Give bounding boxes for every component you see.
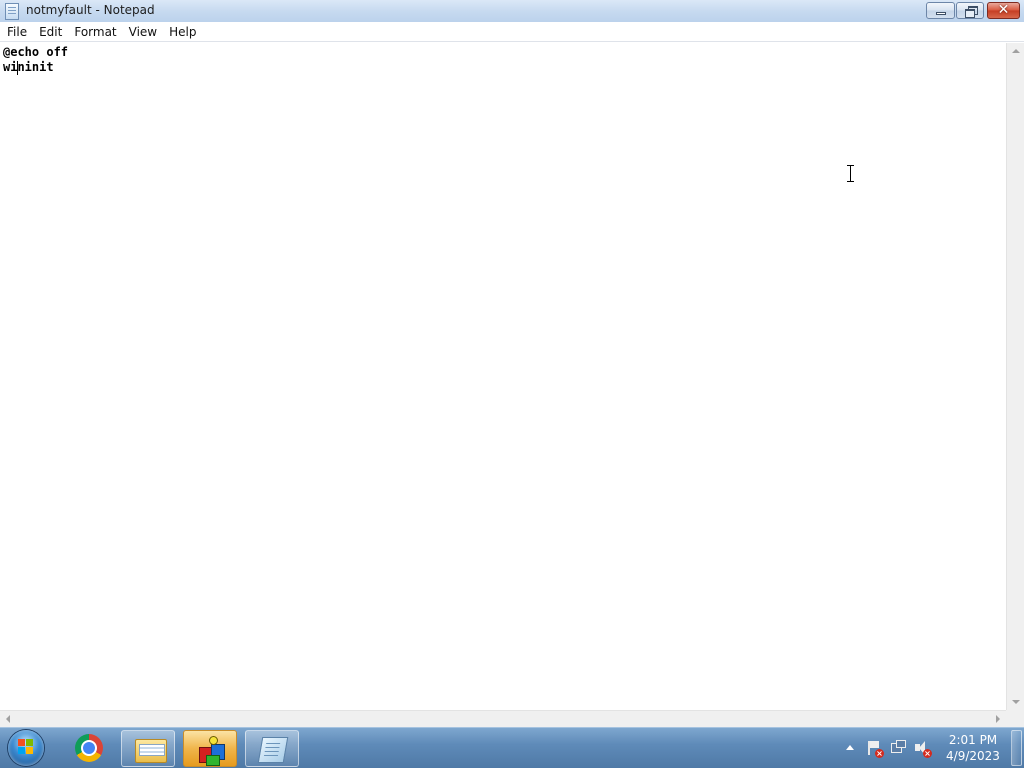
window-title: notmyfault - Notepad <box>26 3 155 17</box>
close-button[interactable]: ✕ <box>987 2 1020 19</box>
menu-format[interactable]: Format <box>68 22 122 42</box>
scroll-right-icon[interactable] <box>996 715 1000 723</box>
network-icon[interactable] <box>890 740 906 756</box>
explorer-folder-icon <box>135 739 167 763</box>
taskbar: × × 2:01 PM 4/9/2023 <box>0 727 1024 768</box>
close-icon: ✕ <box>997 2 1010 18</box>
show-desktop-button[interactable] <box>1011 730 1022 766</box>
taskbar-chrome-button[interactable] <box>61 730 115 767</box>
clock-date: 4/9/2023 <box>946 749 1000 763</box>
start-button[interactable] <box>8 730 44 766</box>
clock-time: 2:01 PM <box>948 733 998 747</box>
taskbar-3d-app-button[interactable] <box>183 730 237 767</box>
chrome-icon <box>75 734 103 762</box>
windows-logo-icon <box>18 739 34 755</box>
menu-help[interactable]: Help <box>163 22 202 42</box>
editor-line: wininit <box>3 60 54 74</box>
menu-view[interactable]: View <box>123 22 163 42</box>
editor-content[interactable]: @echo off wininit <box>0 43 1006 75</box>
action-center-flag-icon[interactable]: × <box>866 740 884 758</box>
title-bar[interactable]: notmyfault - Notepad ✕ <box>0 0 1024 23</box>
notepad-icon <box>257 737 289 763</box>
volume-muted-icon[interactable]: × <box>914 740 932 758</box>
scrollbar-corner <box>1006 710 1024 727</box>
taskbar-notepad-button[interactable] <box>245 730 299 767</box>
mouse-ibeam-cursor <box>846 165 855 182</box>
error-badge-icon: × <box>875 749 884 758</box>
text-caret <box>17 61 18 75</box>
scroll-up-icon[interactable] <box>1012 49 1020 53</box>
restore-icon <box>965 6 978 18</box>
horizontal-scrollbar[interactable] <box>0 710 1006 727</box>
minimize-icon <box>936 12 946 15</box>
vertical-scrollbar[interactable] <box>1006 43 1024 710</box>
menu-edit[interactable]: Edit <box>33 22 68 42</box>
3d-cubes-app-icon <box>196 735 226 766</box>
scroll-down-icon[interactable] <box>1012 700 1020 704</box>
menu-bar: File Edit Format View Help <box>0 22 1024 42</box>
mute-badge-icon: × <box>923 749 932 758</box>
taskbar-explorer-button[interactable] <box>121 730 175 767</box>
scroll-left-icon[interactable] <box>6 715 10 723</box>
editor-line: @echo off <box>3 45 69 59</box>
text-editor[interactable]: @echo off wininit <box>0 43 1006 710</box>
minimize-button[interactable] <box>926 2 955 19</box>
restore-button[interactable] <box>956 2 984 19</box>
notepad-app-icon[interactable] <box>5 3 19 20</box>
show-hidden-icons-arrow-icon[interactable] <box>846 745 854 750</box>
system-clock[interactable]: 2:01 PM 4/9/2023 <box>940 732 1006 764</box>
menu-file[interactable]: File <box>1 22 33 42</box>
